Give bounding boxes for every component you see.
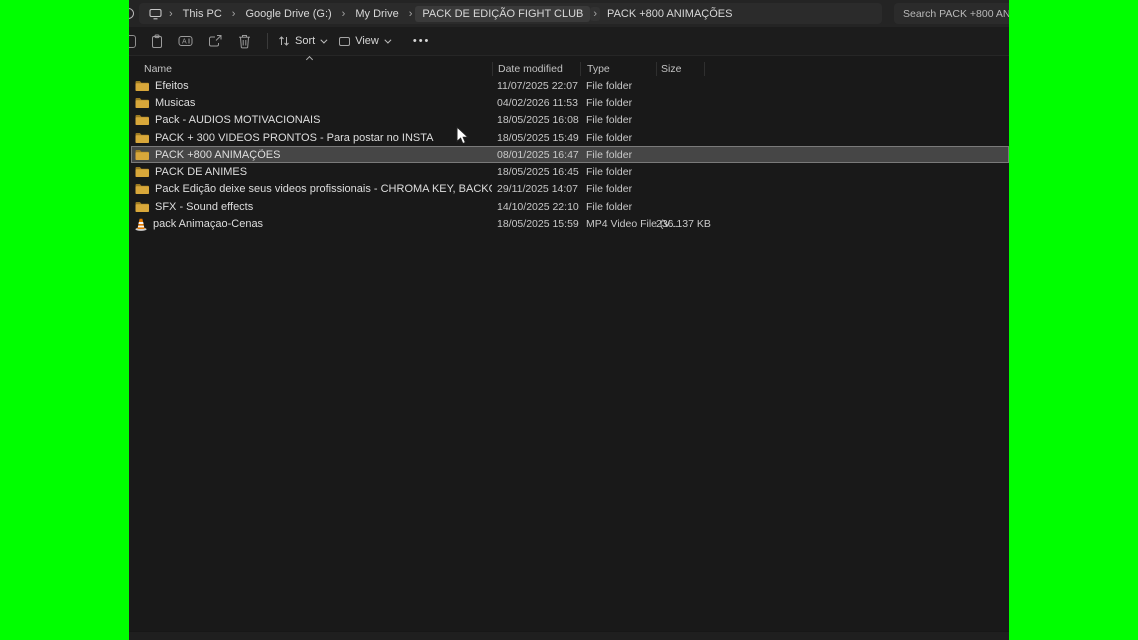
folder-icon <box>135 166 149 178</box>
command-toolbar: A Sort <box>129 27 1009 56</box>
trash-icon <box>238 34 251 49</box>
breadcrumb-this-pc[interactable]: This PC <box>176 6 229 22</box>
file-explorer-window: › This PC › Google Drive (G:) › My Drive… <box>129 0 1009 640</box>
file-date: 14/10/2025 22:10 <box>492 201 580 213</box>
file-date: 11/07/2025 22:07 <box>492 80 580 92</box>
chevron-down-icon <box>384 36 391 43</box>
file-row-efeitos[interactable]: Efeitos 11/07/2025 22:07 File folder <box>131 77 1009 94</box>
clipboard-paste-icon <box>150 34 164 49</box>
file-name: PACK + 300 VIDEOS PRONTOS - Para postar … <box>155 132 433 144</box>
share-button[interactable] <box>207 33 223 49</box>
folder-icon <box>135 97 149 109</box>
svg-text:A: A <box>182 39 187 46</box>
file-name: PACK DE ANIMES <box>155 166 247 178</box>
chevron-right-icon: › <box>339 7 349 21</box>
breadcrumb-my-drive[interactable]: My Drive <box>348 6 405 22</box>
file-name: Pack Edição deixe seus videos profission… <box>155 183 492 195</box>
file-list: Efeitos 11/07/2025 22:07 File folder Mus… <box>131 77 1009 233</box>
toolbar-divider <box>267 33 268 49</box>
chevron-right-icon: › <box>406 7 416 21</box>
refresh-icon[interactable] <box>129 8 134 19</box>
column-header-size[interactable]: Size <box>656 62 705 76</box>
file-date: 18/05/2025 16:45 <box>492 166 580 178</box>
file-type: File folder <box>580 97 656 109</box>
file-row-pack-audios-motivacionais[interactable]: Pack - AUDIOS MOTIVACIONAIS 18/05/2025 1… <box>131 112 1009 129</box>
chevron-right-icon: › <box>166 7 176 21</box>
file-row-pack-300-videos-prontos[interactable]: PACK + 300 VIDEOS PRONTOS - Para postar … <box>131 129 1009 146</box>
file-name: pack Animaçao-Cenas <box>153 218 263 230</box>
column-header-date-modified[interactable]: Date modified <box>492 62 580 76</box>
file-row-pack-800-animacoes-selected[interactable]: PACK +800 ANIMAÇÕES 08/01/2025 16:47 Fil… <box>131 146 1009 163</box>
rename-icon: A <box>178 34 194 48</box>
breadcrumb-google-drive[interactable]: Google Drive (G:) <box>238 6 338 22</box>
folder-icon <box>135 114 149 126</box>
chevron-right-icon: › <box>590 7 600 21</box>
search-box[interactable] <box>894 3 1009 24</box>
chevron-right-icon: › <box>229 7 239 21</box>
mouse-cursor <box>456 126 470 151</box>
file-type: File folder <box>580 183 656 195</box>
status-bar <box>129 631 1009 640</box>
folder-icon <box>135 201 149 213</box>
column-header-type[interactable]: Type <box>580 62 656 76</box>
file-size: 236.137 KB <box>656 218 705 230</box>
folder-icon <box>135 80 149 92</box>
file-type: File folder <box>580 80 656 92</box>
file-type: File folder <box>580 114 656 126</box>
file-row-pack-animacao-cenas[interactable]: pack Animaçao-Cenas 18/05/2025 15:59 MP4… <box>131 215 1009 232</box>
folder-icon <box>135 132 149 144</box>
file-row-musicas[interactable]: Musicas 04/02/2026 11:53 File folder <box>131 94 1009 111</box>
folder-icon <box>135 149 149 161</box>
file-row-pack-edicao-chroma-key[interactable]: Pack Edição deixe seus videos profission… <box>131 181 1009 198</box>
file-name: SFX - Sound effects <box>155 201 253 213</box>
more-options-button[interactable]: ••• <box>413 35 431 47</box>
copy-icon[interactable] <box>129 35 136 48</box>
file-name: PACK +800 ANIMAÇÕES <box>155 149 280 161</box>
file-type: File folder <box>580 201 656 213</box>
sort-label: Sort <box>295 35 315 47</box>
file-type: MP4 Video File (V... <box>580 218 656 230</box>
folder-icon <box>135 183 149 195</box>
address-toolbar-strip: › This PC › Google Drive (G:) › My Drive… <box>129 0 1009 27</box>
breadcrumb-pack-800-animacoes[interactable]: PACK +800 ANIMAÇÕES <box>600 6 739 22</box>
file-date: 18/05/2025 15:59 <box>492 218 580 230</box>
sort-arrows-icon <box>278 35 290 47</box>
file-type: File folder <box>580 149 656 161</box>
view-label: View <box>355 35 379 47</box>
file-name: Pack - AUDIOS MOTIVACIONAIS <box>155 114 320 126</box>
rename-button[interactable]: A <box>178 33 194 49</box>
share-icon <box>208 34 223 48</box>
file-type: File folder <box>580 166 656 178</box>
delete-button[interactable] <box>236 33 252 49</box>
file-name: Musicas <box>155 97 195 109</box>
file-name: Efeitos <box>155 80 189 92</box>
file-row-sfx-sound-effects[interactable]: SFX - Sound effects 14/10/2025 22:10 Fil… <box>131 198 1009 215</box>
breadcrumb-pack-de-edicao-fight-club[interactable]: PACK DE EDIÇÃO FIGHT CLUB <box>415 6 590 22</box>
column-headers: Name Date modified Type Size <box>131 60 1009 77</box>
file-date: 08/01/2025 16:47 <box>492 149 580 161</box>
file-type: File folder <box>580 132 656 144</box>
paste-button[interactable] <box>149 33 165 49</box>
column-header-name[interactable]: Name <box>131 63 492 75</box>
file-date: 04/02/2026 11:53 <box>492 97 580 109</box>
this-pc-monitor-icon <box>149 8 162 20</box>
file-date: 18/05/2025 15:49 <box>492 132 580 144</box>
chevron-down-icon <box>321 36 328 43</box>
file-date: 18/05/2025 16:08 <box>492 114 580 126</box>
file-row-pack-de-animes[interactable]: PACK DE ANIMES 18/05/2025 16:45 File fol… <box>131 163 1009 180</box>
address-bar[interactable]: › This PC › Google Drive (G:) › My Drive… <box>139 3 882 24</box>
vlc-cone-icon <box>135 218 147 231</box>
search-input[interactable] <box>903 8 1009 20</box>
file-date: 29/11/2025 14:07 <box>492 183 580 195</box>
view-button[interactable]: View <box>339 35 389 47</box>
sort-button[interactable]: Sort <box>278 35 325 47</box>
view-layout-icon <box>339 37 350 46</box>
